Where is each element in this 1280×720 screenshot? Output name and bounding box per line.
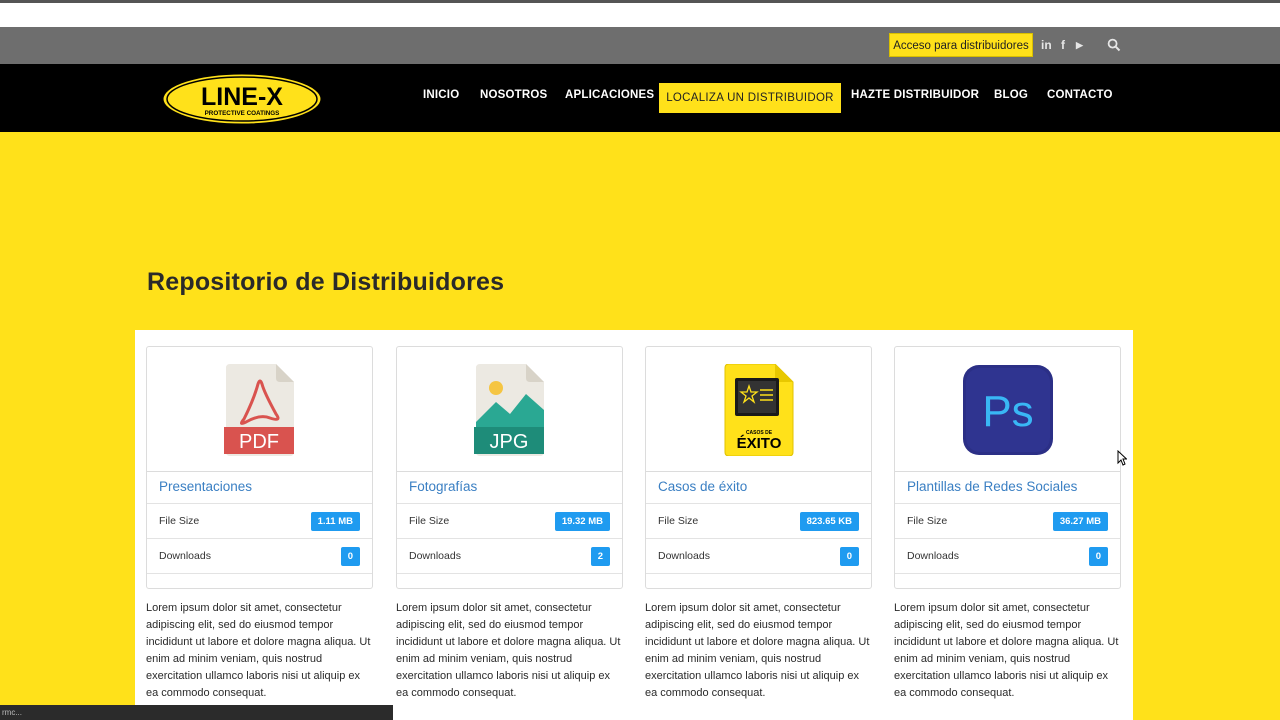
card-footer-row [147, 573, 372, 589]
linex-logo[interactable]: LINE-X PROTECTIVE COATINGS [162, 73, 322, 125]
card-description: Lorem ipsum dolor sit amet, consectetur … [645, 602, 870, 699]
downloads-row: Downloads 2 [397, 538, 622, 573]
success-cases-file-icon[interactable]: CASOS DE ÉXITO [723, 364, 795, 456]
file-size-row: File Size 823.65 KB [646, 503, 871, 538]
card-thumbnail: PDF [147, 347, 372, 472]
file-size-label: File Size [159, 515, 200, 527]
nav-hazte-distribuidor[interactable]: HAZTE DISTRIBUIDOR [851, 87, 979, 103]
card-title-link[interactable]: Plantillas de Redes Sociales [907, 479, 1077, 494]
file-size-badge: 19.32 MB [554, 512, 610, 531]
linkedin-icon[interactable]: in [1041, 37, 1052, 53]
file-size-label: File Size [409, 515, 450, 527]
file-size-row: File Size 19.32 MB [397, 503, 622, 538]
file-card-presentaciones: PDF Presentaciones File Size 1.11 MB Dow… [146, 346, 373, 589]
search-icon[interactable] [1107, 38, 1121, 52]
distributor-access-button[interactable]: Acceso para distribuidores [889, 33, 1033, 57]
downloads-label: Downloads [159, 550, 211, 562]
file-size-badge: 823.65 KB [799, 512, 859, 531]
photoshop-icon[interactable]: Ps [962, 364, 1054, 456]
downloads-badge: 0 [340, 547, 360, 566]
file-card-fotografias: JPG Fotografías File Size 19.32 MB Downl… [396, 346, 623, 589]
top-utility-bar [0, 27, 1280, 64]
card-thumbnail: CASOS DE ÉXITO [646, 347, 871, 472]
downloads-label: Downloads [907, 550, 959, 562]
mouse-cursor-icon [1117, 450, 1127, 466]
browser-top-strip [0, 0, 1280, 27]
nav-localiza-distribuidor-button[interactable]: LOCALIZA UN DISTRIBUIDOR [659, 83, 841, 113]
downloads-badge: 0 [839, 547, 859, 566]
file-size-badge: 36.27 MB [1052, 512, 1108, 531]
nav-contacto[interactable]: CONTACTO [1047, 87, 1113, 103]
youtube-icon[interactable]: ▶ [1076, 37, 1083, 53]
logo-tagline: PROTECTIVE COATINGS [205, 110, 280, 117]
file-card-plantillas-redes-sociales: Ps Plantillas de Redes Sociales File Siz… [894, 346, 1121, 589]
card-title-link[interactable]: Fotografías [409, 479, 477, 494]
card-description: Lorem ipsum dolor sit amet, consectetur … [146, 602, 371, 699]
card-thumbnail: Ps [895, 347, 1120, 472]
card-thumbnail: JPG [397, 347, 622, 472]
pdf-label: PDF [239, 431, 279, 453]
file-size-row: File Size 36.27 MB [895, 503, 1120, 538]
nav-aplicaciones[interactable]: APLICACIONES [565, 87, 654, 103]
page-title: Repositorio de Distribuidores [147, 268, 505, 296]
downloads-label: Downloads [658, 550, 710, 562]
nav-blog[interactable]: BLOG [994, 87, 1028, 103]
file-size-badge: 1.11 MB [310, 512, 360, 531]
downloads-row: Downloads 0 [646, 538, 871, 573]
exito-label: ÉXITO [736, 435, 781, 452]
jpg-file-icon[interactable]: JPG [473, 364, 546, 456]
file-size-label: File Size [658, 515, 699, 527]
card-title-link[interactable]: Casos de éxito [658, 479, 747, 494]
jpg-label: JPG [489, 431, 528, 453]
nav-inicio[interactable]: INICIO [423, 87, 459, 103]
downloads-label: Downloads [409, 550, 461, 562]
downloads-badge: 2 [590, 547, 610, 566]
downloads-row: Downloads 0 [895, 538, 1120, 573]
file-size-label: File Size [907, 515, 948, 527]
logo-wordmark: LINE-X [201, 83, 283, 111]
card-title-link[interactable]: Presentaciones [159, 479, 252, 494]
card-description: Lorem ipsum dolor sit amet, consectetur … [396, 602, 621, 699]
card-description: Lorem ipsum dolor sit amet, consectetur … [894, 602, 1119, 699]
nav-nosotros[interactable]: NOSOTROS [480, 87, 547, 103]
file-size-row: File Size 1.11 MB [147, 503, 372, 538]
file-card-casos-de-exito: CASOS DE ÉXITO Casos de éxito File Size … [645, 346, 872, 589]
card-footer-row [397, 573, 622, 589]
card-footer-row [646, 573, 871, 589]
downloads-row: Downloads 0 [147, 538, 372, 573]
pdf-file-icon[interactable]: PDF [223, 364, 296, 456]
browser-status-bar: rmc... [0, 705, 393, 720]
card-footer-row [895, 573, 1120, 589]
downloads-badge: 0 [1088, 547, 1108, 566]
ps-label: Ps [982, 387, 1033, 436]
facebook-icon[interactable]: f [1061, 37, 1065, 53]
